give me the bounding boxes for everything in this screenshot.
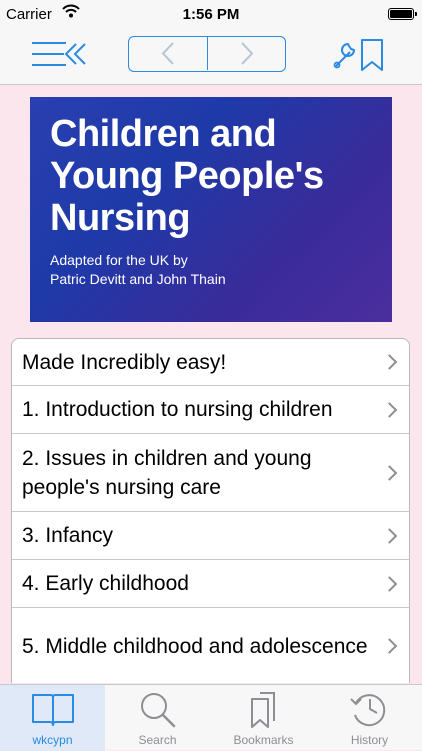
tab-history[interactable]: History bbox=[317, 685, 422, 751]
tab-label: wkcypn bbox=[32, 733, 73, 747]
chevron-left-icon bbox=[161, 42, 174, 65]
book-subtitle-line: Adapted for the UK by bbox=[50, 252, 188, 268]
forward-button[interactable] bbox=[208, 37, 285, 70]
chevron-right-icon bbox=[381, 464, 398, 481]
chevron-right-icon bbox=[241, 42, 254, 65]
menu-collapse-icon bbox=[32, 42, 86, 66]
toc-item-label: 3. Infancy bbox=[22, 524, 114, 547]
chevron-right-icon bbox=[381, 527, 398, 544]
wrench-bookmark-icon bbox=[333, 39, 383, 71]
chevron-right-icon bbox=[381, 354, 398, 370]
back-forward-control bbox=[128, 36, 286, 72]
chevron-right-icon bbox=[381, 575, 398, 592]
toc-item[interactable]: 3. Infancy bbox=[12, 512, 409, 560]
search-icon bbox=[140, 693, 175, 728]
chevron-right-icon bbox=[381, 401, 398, 418]
toc-item-label: 4. Early childhood bbox=[22, 572, 189, 595]
toc-item-label: 2. Issues in children and young people's… bbox=[22, 446, 312, 499]
tab-bar: wkcypn Search Bookmarks History bbox=[0, 684, 422, 751]
toc-item[interactable]: 1. Introduction to nursing children bbox=[12, 386, 409, 434]
toc-item[interactable]: 4. Early childhood bbox=[12, 560, 409, 608]
bookmarks-icon bbox=[250, 692, 275, 728]
toc-item-label: Made Incredibly easy! bbox=[22, 350, 227, 374]
book-title: Children and Young People's Nursing bbox=[50, 113, 372, 239]
tab-label: Search bbox=[138, 733, 177, 747]
book-title-line: Children and bbox=[50, 113, 277, 155]
book-title-line: Young People's bbox=[50, 155, 324, 197]
toc-item[interactable]: 5. Middle childhood and adolescence bbox=[12, 608, 409, 683]
tab-wkcypn[interactable]: wkcypn bbox=[0, 685, 105, 751]
tools-bookmark-button[interactable] bbox=[328, 34, 388, 74]
tab-search[interactable]: Search bbox=[105, 685, 210, 751]
menu-collapse-button[interactable] bbox=[30, 36, 88, 72]
tab-label: History bbox=[350, 733, 389, 747]
book-subtitle: Adapted for the UK by Patric Devitt and … bbox=[50, 251, 372, 289]
toc-item-label: 1. Introduction to nursing children bbox=[22, 398, 333, 421]
history-icon bbox=[349, 694, 385, 727]
status-bar: Carrier 1:56 PM bbox=[0, 0, 422, 28]
book-cover: Children and Young People's Nursing Adap… bbox=[30, 97, 392, 322]
tab-bookmarks[interactable]: Bookmarks bbox=[211, 685, 316, 751]
toc-item-label: 5. Middle childhood and adolescence bbox=[22, 634, 368, 658]
table-of-contents: Made Incredibly easy! 1. Introduction to… bbox=[11, 338, 410, 683]
book-subtitle-line: Patric Devitt and John Thain bbox=[50, 271, 226, 287]
book-title-line: Nursing bbox=[50, 197, 191, 239]
back-button[interactable] bbox=[129, 37, 208, 70]
navigation-bar bbox=[0, 28, 422, 85]
toc-item[interactable]: Made Incredibly easy! bbox=[12, 339, 409, 386]
clock: 1:56 PM bbox=[182, 6, 240, 23]
book-icon bbox=[31, 694, 74, 726]
tab-label: Bookmarks bbox=[233, 733, 294, 747]
toc-item[interactable]: 2. Issues in children and young people's… bbox=[12, 434, 409, 512]
battery-icon bbox=[388, 8, 417, 20]
chevron-right-icon bbox=[381, 638, 398, 654]
